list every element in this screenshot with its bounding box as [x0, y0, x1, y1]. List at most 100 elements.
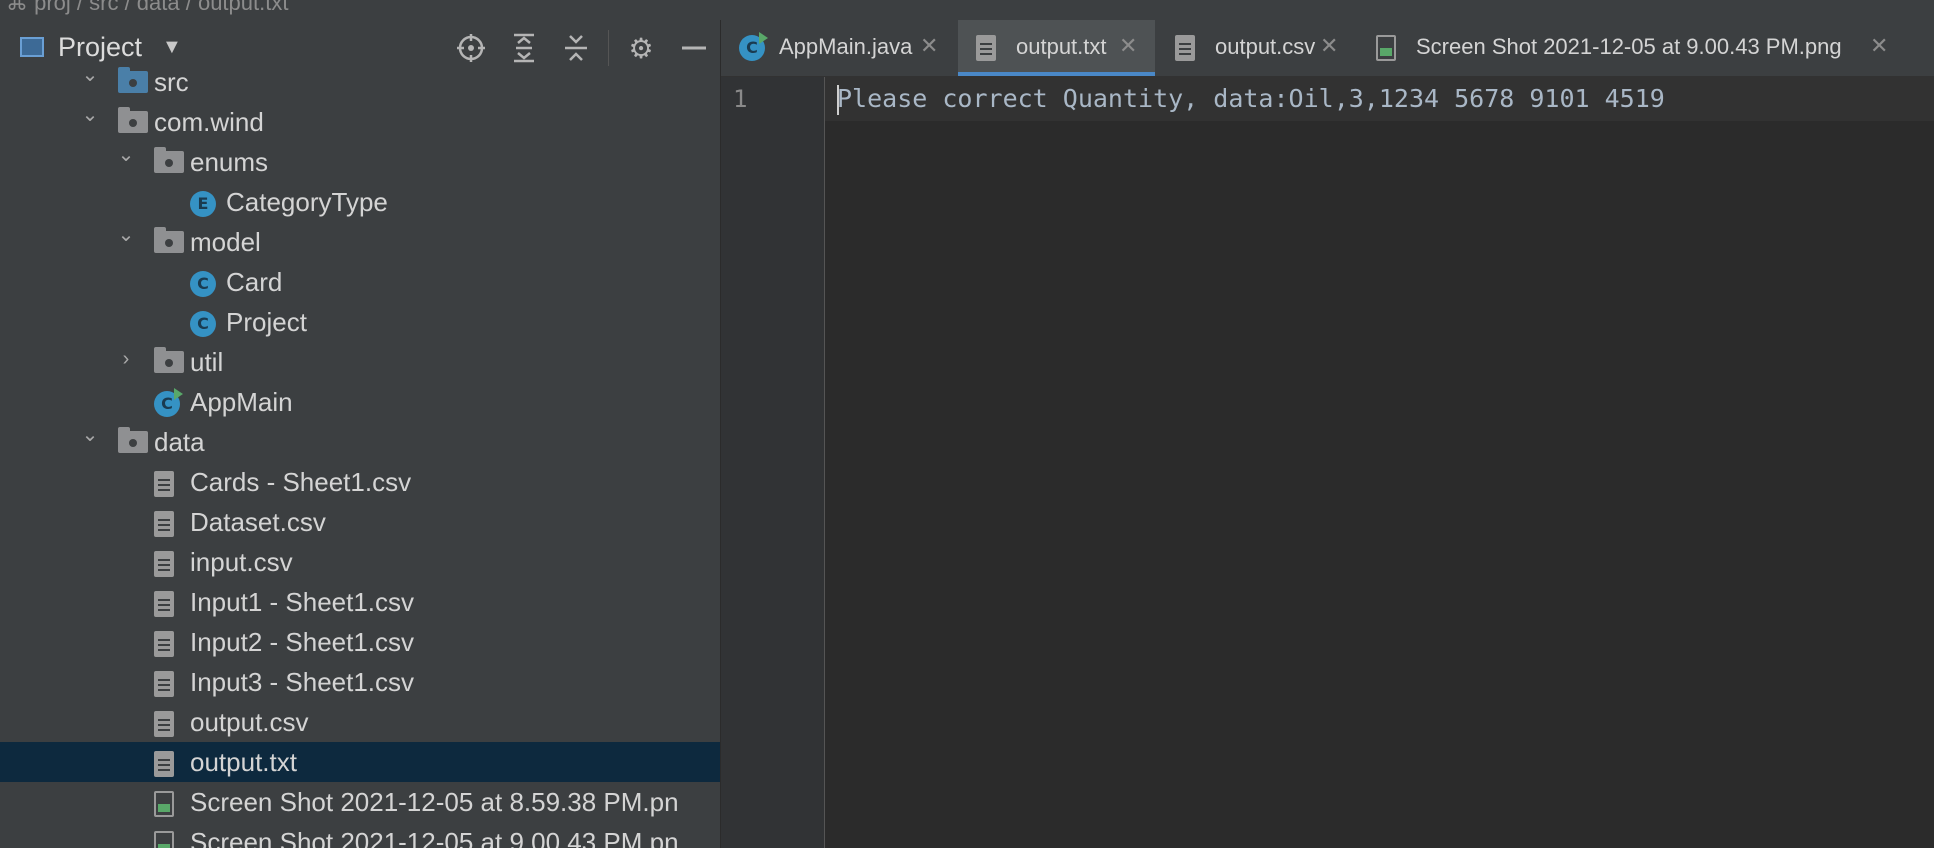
folder-icon: [118, 67, 148, 93]
editor-tab-screen-shot-2021-12-05-at-9-00-43-pm-png[interactable]: Screen Shot 2021-12-05 at 9.00.43 PM.png…: [1358, 20, 1906, 76]
tree-item-output-csv[interactable]: output.csv: [0, 702, 720, 742]
enum-icon: E: [190, 191, 216, 217]
line-number: 1: [733, 85, 748, 113]
tree-item-icon: [154, 471, 174, 497]
breadcrumb[interactable]: ⌘ proj / src / data / output.txt: [6, 0, 288, 16]
text-file-icon: [154, 671, 174, 697]
folder-icon: [154, 347, 184, 373]
tree-item-icon: [154, 591, 174, 617]
text-file-icon: [154, 551, 174, 577]
tab-icon: [1376, 35, 1396, 61]
chevron-down-icon[interactable]: ⌄: [116, 142, 136, 168]
tree-item-icon: [118, 67, 148, 93]
tree-item-label: AppMain: [190, 387, 293, 417]
tree-item-label: Card: [226, 267, 283, 297]
folder-icon: [154, 227, 184, 253]
chevron-down-icon[interactable]: ⌄: [80, 422, 100, 448]
tree-item-categorytype[interactable]: E CategoryType: [0, 182, 720, 222]
tree-item-screen-shot-2021-12-05-at-9-00-43-pm-pn[interactable]: Screen Shot 2021-12-05 at 9.00.43 PM.pn: [0, 822, 720, 848]
tree-item-label: util: [190, 347, 224, 377]
class-icon: C: [190, 271, 216, 297]
tree-item-label: Screen Shot 2021-12-05 at 8.59.38 PM.pn: [190, 787, 679, 817]
tree-item-icon: [154, 751, 174, 777]
tree-item-label: Input3 - Sheet1.csv: [190, 667, 415, 697]
tab-icon: C: [739, 32, 768, 61]
tree-item-icon: [154, 631, 174, 657]
tree-item-label: enums: [190, 147, 269, 177]
tree-item-icon: E: [190, 191, 216, 217]
tree-item-output-txt[interactable]: output.txt: [0, 742, 720, 782]
editor-text[interactable]: Please correct Quantity, data:Oil,3,1234…: [837, 84, 1665, 113]
close-icon[interactable]: ✕: [1320, 33, 1338, 59]
image-file-icon: [1376, 35, 1396, 61]
tree-item-icon: [154, 147, 184, 173]
tab-icon: [1175, 35, 1195, 61]
text-file-icon: [154, 711, 174, 737]
close-icon[interactable]: ✕: [920, 33, 938, 59]
text-file-icon: [154, 591, 174, 617]
tree-item-project[interactable]: C Project: [0, 302, 720, 342]
tab-icon: [976, 35, 996, 61]
tree-item-cards-sheet1-csv[interactable]: Cards - Sheet1.csv: [0, 462, 720, 502]
tree-item-label: Screen Shot 2021-12-05 at 9.00.43 PM.pn: [190, 827, 679, 848]
tree-item-appmain[interactable]: C AppMain: [0, 382, 720, 422]
image-file-icon: [154, 831, 174, 848]
text-file-icon: [154, 631, 174, 657]
runnable-class-icon: C: [739, 32, 768, 61]
tree-item-com-wind[interactable]: ⌄ com.wind: [0, 102, 720, 142]
tree-item-label: Dataset.csv: [190, 507, 326, 537]
tree-item-label: Input2 - Sheet1.csv: [190, 627, 415, 657]
tab-label: Screen Shot 2021-12-05 at 9.00.43 PM.png: [1416, 34, 1842, 59]
tree-item-input2-sheet1-csv[interactable]: Input2 - Sheet1.csv: [0, 622, 720, 662]
tree-item-icon: C: [190, 271, 216, 297]
tree-item-label: src: [154, 67, 189, 97]
class-icon: C: [190, 311, 216, 337]
tree-item-label: output.txt: [190, 747, 297, 777]
tree-item-label: output.csv: [190, 707, 309, 737]
tree-item-input3-sheet1-csv[interactable]: Input3 - Sheet1.csv: [0, 662, 720, 702]
tree-item-icon: [154, 791, 174, 817]
tree-item-dataset-csv[interactable]: Dataset.csv: [0, 502, 720, 542]
tree-item-util[interactable]: › util: [0, 342, 720, 382]
text-file-icon: [154, 751, 174, 777]
text-file-icon: [1175, 35, 1195, 61]
toolbar-divider: [608, 30, 609, 66]
tree-item-label: Project: [226, 307, 307, 337]
tree-item-label: model: [190, 227, 261, 257]
tree-item-label: data: [154, 427, 205, 457]
close-icon[interactable]: ✕: [1870, 33, 1888, 59]
text-file-icon: [976, 35, 996, 61]
chevron-down-icon[interactable]: ▼: [162, 36, 182, 59]
tree-item-icon: [154, 671, 174, 697]
tree-item-input-csv[interactable]: input.csv: [0, 542, 720, 582]
tree-item-screen-shot-2021-12-05-at-8-59-38-pm-pn[interactable]: Screen Shot 2021-12-05 at 8.59.38 PM.pn: [0, 782, 720, 822]
tree-item-label: input.csv: [190, 547, 293, 577]
editor[interactable]: 1 Please correct Quantity, data:Oil,3,12…: [721, 77, 1934, 848]
tree-item-icon: [154, 551, 174, 577]
tree-item-enums[interactable]: ⌄ enums: [0, 142, 720, 182]
chevron-down-icon[interactable]: ⌄: [116, 222, 136, 248]
editor-tab-output-txt[interactable]: output.txt ✕: [958, 20, 1155, 76]
tree-item-data[interactable]: ⌄ data: [0, 422, 720, 462]
chevron-down-icon[interactable]: ⌄: [80, 62, 100, 88]
project-window-icon: [20, 37, 44, 57]
tree-item-label: Cards - Sheet1.csv: [190, 467, 412, 497]
chevron-right-icon[interactable]: ›: [116, 348, 136, 374]
tab-label: output.csv: [1215, 34, 1316, 59]
text-cursor: [837, 85, 839, 115]
tree-item-input1-sheet1-csv[interactable]: Input1 - Sheet1.csv: [0, 582, 720, 622]
close-icon[interactable]: ✕: [1119, 33, 1137, 59]
editor-tab-appmain-java[interactable]: C AppMain.java ✕: [721, 20, 956, 76]
editor-tabs: C AppMain.java ✕ output.txt ✕ output.csv ✕ Scre…: [721, 20, 1934, 77]
tree-item-card[interactable]: C Card: [0, 262, 720, 302]
tree-item-src[interactable]: ⌄ src: [0, 62, 720, 102]
tab-label: output.txt: [1016, 34, 1107, 59]
folder-icon: [118, 107, 148, 133]
tree-item-icon: [154, 831, 174, 848]
chevron-down-icon[interactable]: ⌄: [80, 102, 100, 128]
tree-item-model[interactable]: ⌄ model: [0, 222, 720, 262]
runnable-class-icon: C: [154, 388, 183, 417]
project-title[interactable]: Project: [58, 32, 142, 63]
tree-item-icon: [118, 427, 148, 453]
editor-tab-output-csv[interactable]: output.csv ✕: [1157, 20, 1356, 76]
